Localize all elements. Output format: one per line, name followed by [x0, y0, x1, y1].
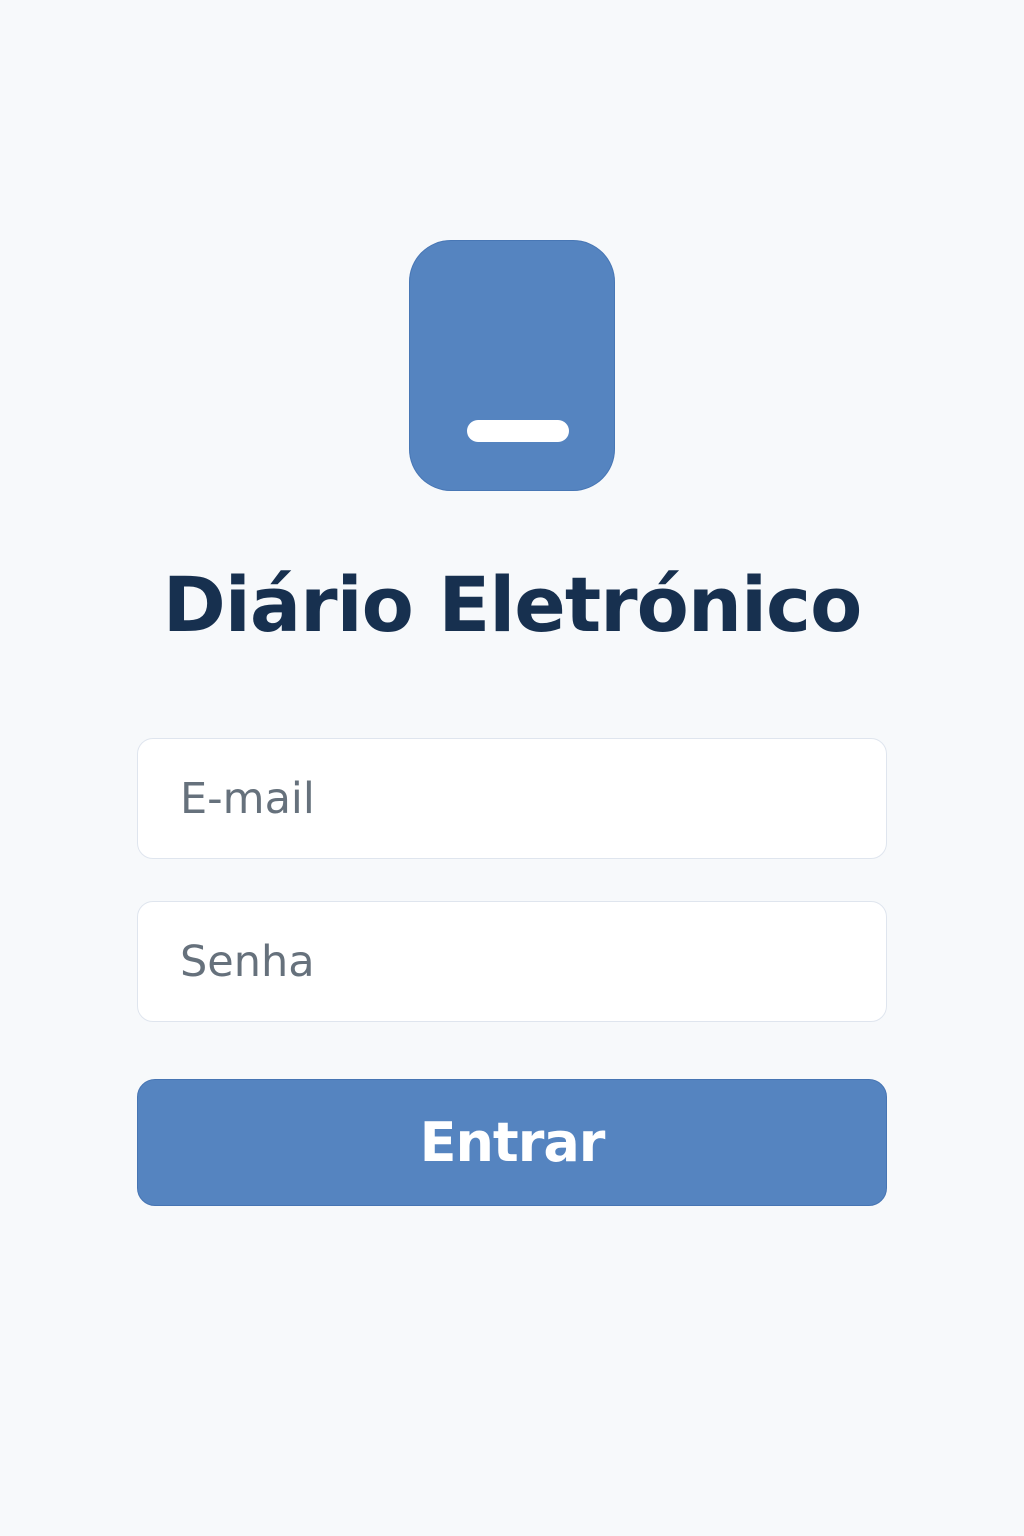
logo-bar-shape — [467, 420, 569, 442]
app-title: Diário Eletrónico — [162, 560, 863, 649]
password-field[interactable] — [137, 901, 887, 1022]
app-logo-icon — [409, 240, 615, 491]
email-field[interactable] — [137, 738, 887, 859]
login-button[interactable]: Entrar — [137, 1079, 887, 1206]
